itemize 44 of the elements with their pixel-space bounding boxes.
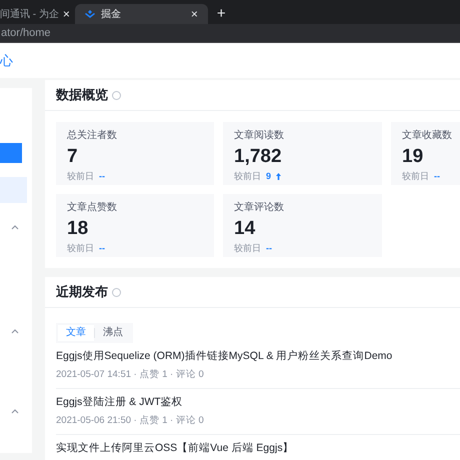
tab[interactable]: 沸点 bbox=[95, 324, 131, 340]
change-value: -- bbox=[99, 170, 105, 183]
tab-title: 间通讯 - 为企 bbox=[0, 8, 59, 22]
address-bar-text[interactable]: ator/home bbox=[0, 24, 51, 42]
info-icon bbox=[112, 90, 121, 100]
chevron-icon[interactable] bbox=[11, 328, 19, 334]
stat-value: 18 bbox=[67, 217, 88, 241]
article-meta: 2021-05-06 21:50 · 点赞 1 · 评论 0 bbox=[56, 415, 205, 427]
compare-label: 较前日 bbox=[67, 170, 94, 183]
stat-value: 1,782 bbox=[234, 145, 282, 169]
tab[interactable]: 文章 bbox=[58, 324, 94, 340]
stat-label: 总关注者数 bbox=[67, 130, 118, 142]
info-icon bbox=[112, 288, 121, 296]
compare-label: 较前日 bbox=[67, 242, 94, 255]
close-icon[interactable]: × bbox=[62, 8, 70, 20]
change-value: -- bbox=[99, 242, 105, 255]
tab-title: 掘金 bbox=[100, 8, 122, 22]
stat-value: 7 bbox=[67, 145, 78, 169]
compare-label: 较前日 bbox=[234, 242, 261, 255]
browser-tab[interactable]: 掘金 × bbox=[74, 4, 208, 24]
chevron-icon[interactable] bbox=[11, 224, 19, 230]
compare-label: 较前日 bbox=[234, 170, 261, 183]
article-title[interactable]: Eggjs使用Sequelize (ORM)插件链接MySQL & 用户粉丝关系查询Demo bbox=[56, 350, 460, 363]
stat-label: 文章评论数 bbox=[234, 202, 285, 214]
new-tab-button[interactable]: + bbox=[216, 6, 226, 21]
article-title[interactable]: 实现文件上传阿里云OSS【前端Vue 后端 Eggjs】 bbox=[56, 442, 460, 455]
chevron-icon[interactable] bbox=[11, 408, 19, 414]
header-title: 心 bbox=[0, 52, 13, 70]
change-value: -- bbox=[434, 170, 440, 183]
change-value: -- bbox=[266, 242, 272, 255]
section-title: 数据概览 bbox=[56, 86, 108, 104]
stat-label: 文章收藏数 bbox=[402, 130, 453, 142]
logo-icon bbox=[84, 10, 95, 18]
stat-label: 文章阅读数 bbox=[234, 130, 285, 142]
stat-label: 文章点赞数 bbox=[67, 202, 118, 214]
browser-tab[interactable]: 间通讯 - 为企 × bbox=[0, 4, 72, 24]
section-title: 近期发布 bbox=[56, 283, 108, 302]
compare-label: 较前日 bbox=[402, 170, 429, 183]
article-meta: 2021-05-07 14:51 · 点赞 1 · 评论 0 bbox=[56, 369, 205, 381]
stat-value: 14 bbox=[234, 217, 256, 241]
change-value: 9 bbox=[266, 170, 272, 183]
close-icon[interactable]: × bbox=[190, 8, 198, 20]
stat-value: 19 bbox=[402, 145, 424, 169]
article-title[interactable]: Eggjs登陆注册 & JWT鉴权 bbox=[56, 396, 460, 409]
